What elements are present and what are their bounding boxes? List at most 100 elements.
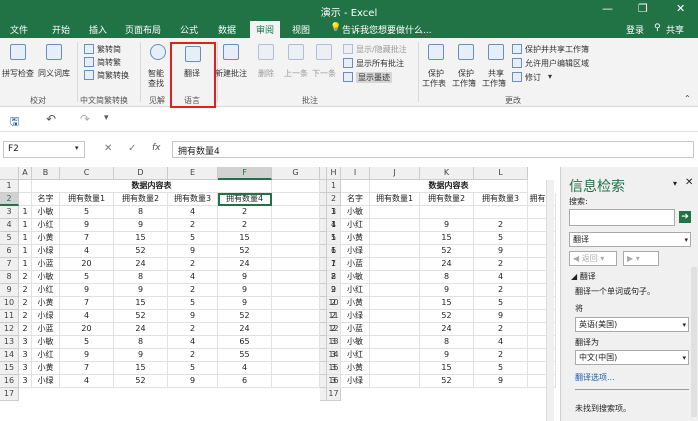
tab-home[interactable]: 开始: [52, 23, 70, 36]
name-cell[interactable]: 小敏: [32, 271, 60, 284]
group-cell-right[interactable]: 3: [327, 375, 341, 388]
value-cell-right[interactable]: 9: [420, 284, 474, 297]
row-header[interactable]: 17: [0, 388, 19, 401]
value-cell[interactable]: 8: [114, 206, 168, 219]
allow-edit-button[interactable]: 允许用户编辑区域: [525, 58, 589, 69]
cell[interactable]: [370, 219, 420, 232]
value-cell[interactable]: 5: [168, 232, 218, 245]
value-cell[interactable]: 4: [168, 206, 218, 219]
header-cell-right[interactable]: 拥有数量1: [370, 193, 420, 206]
insert-function-icon[interactable]: fx: [152, 143, 161, 153]
service-select[interactable]: 翻译 ▾: [569, 232, 691, 247]
row-header[interactable]: 2: [0, 193, 19, 206]
cell[interactable]: [370, 336, 420, 349]
cell[interactable]: [272, 362, 320, 375]
group-cell[interactable]: 3: [19, 375, 32, 388]
group-cell-right[interactable]: 1: [327, 245, 341, 258]
column-header[interactable]: B: [32, 167, 60, 180]
group-cell-right[interactable]: 3: [327, 336, 341, 349]
name-box[interactable]: F2: [3, 141, 85, 158]
value-cell-right[interactable]: 15: [420, 362, 474, 375]
value-cell-right[interactable]: 15: [420, 297, 474, 310]
column-header[interactable]: F: [218, 167, 272, 180]
row-header[interactable]: 15: [0, 362, 19, 375]
to-simplified-button[interactable]: 简转繁: [97, 57, 121, 68]
value-cell[interactable]: 24: [218, 258, 272, 271]
tab-data[interactable]: 数据: [218, 23, 236, 36]
cell[interactable]: [370, 271, 420, 284]
close-pane-icon[interactable]: ✕: [685, 177, 693, 188]
share-workbook-label-2[interactable]: 工作簿: [482, 78, 506, 89]
pane-options-icon[interactable]: ▾: [673, 179, 677, 188]
group-cell[interactable]: 3: [19, 336, 32, 349]
name-cell[interactable]: 小黄: [32, 362, 60, 375]
group-cell[interactable]: 3: [19, 349, 32, 362]
value-cell[interactable]: 24: [218, 323, 272, 336]
row-header[interactable]: 1: [327, 180, 341, 193]
value-cell[interactable]: 5: [60, 271, 114, 284]
cell[interactable]: [19, 193, 32, 206]
from-language-select[interactable]: 英语(美国) ▾: [575, 317, 689, 332]
search-go-icon[interactable]: ➔: [679, 211, 691, 223]
row-header[interactable]: 12: [0, 323, 19, 336]
cancel-icon[interactable]: ✕: [104, 143, 112, 154]
value-cell-right[interactable]: 5: [474, 232, 528, 245]
customize-toolbar-icon[interactable]: ▾: [104, 113, 109, 123]
value-cell[interactable]: 9: [114, 219, 168, 232]
value-cell[interactable]: 9: [218, 271, 272, 284]
group-cell-right[interactable]: 2: [327, 297, 341, 310]
group-cell-right[interactable]: 3: [327, 362, 341, 375]
column-header[interactable]: D: [114, 167, 168, 180]
row-header[interactable]: 16: [0, 375, 19, 388]
tab-page-layout[interactable]: 页面布局: [125, 23, 161, 36]
value-cell[interactable]: 8: [114, 271, 168, 284]
value-cell-right[interactable]: [474, 206, 528, 219]
value-cell[interactable]: 9: [60, 284, 114, 297]
group-cell-right[interactable]: 1: [327, 232, 341, 245]
value-cell-right[interactable]: 2: [474, 349, 528, 362]
table-title[interactable]: 数据内容表: [32, 180, 272, 193]
group-cell[interactable]: 2: [19, 284, 32, 297]
name-cell-right[interactable]: 小红: [341, 219, 370, 232]
vertical-scrollbar[interactable]: [546, 180, 554, 421]
thesaurus-button[interactable]: 同义词库: [38, 68, 70, 79]
value-cell[interactable]: 5: [168, 362, 218, 375]
row-header[interactable]: 8: [0, 271, 19, 284]
forward-button[interactable]: ▶ ▾: [623, 251, 659, 266]
value-cell[interactable]: 15: [218, 232, 272, 245]
cell[interactable]: [272, 349, 320, 362]
group-cell[interactable]: 1: [19, 245, 32, 258]
cell[interactable]: [272, 245, 320, 258]
value-cell[interactable]: 4: [60, 310, 114, 323]
value-cell-right[interactable]: 52: [420, 245, 474, 258]
header-cell[interactable]: 拥有数量1: [60, 193, 114, 206]
value-cell[interactable]: 2: [168, 219, 218, 232]
value-cell[interactable]: 4: [60, 245, 114, 258]
sign-in-link[interactable]: 登录: [626, 23, 644, 36]
formula-input[interactable]: 拥有数量4: [172, 141, 694, 158]
cell[interactable]: [272, 232, 320, 245]
header-cell-right[interactable]: 名字: [341, 193, 370, 206]
cell[interactable]: [370, 206, 420, 219]
value-cell-right[interactable]: 52: [420, 375, 474, 388]
value-cell[interactable]: 52: [218, 245, 272, 258]
enter-icon[interactable]: ✓: [128, 143, 136, 154]
value-cell[interactable]: 55: [218, 349, 272, 362]
row-header[interactable]: 17: [327, 388, 341, 401]
value-cell[interactable]: 15: [114, 362, 168, 375]
group-cell-right[interactable]: 2: [327, 284, 341, 297]
group-cell-right[interactable]: 2: [327, 323, 341, 336]
redo-icon[interactable]: ↷: [80, 112, 90, 126]
value-cell-right[interactable]: 9: [474, 375, 528, 388]
value-cell[interactable]: 24: [114, 258, 168, 271]
selected-cell[interactable]: 拥有数量4: [218, 193, 272, 206]
column-header[interactable]: I: [341, 167, 370, 180]
group-cell[interactable]: 2: [19, 310, 32, 323]
minimize-button[interactable]: —: [602, 2, 613, 15]
row-header[interactable]: 3: [0, 206, 19, 219]
value-cell[interactable]: 4: [168, 271, 218, 284]
value-cell[interactable]: 9: [218, 297, 272, 310]
show-hide-comment-button[interactable]: 显示/隐藏批注: [356, 44, 407, 55]
cell[interactable]: [370, 310, 420, 323]
group-cell[interactable]: 1: [19, 232, 32, 245]
